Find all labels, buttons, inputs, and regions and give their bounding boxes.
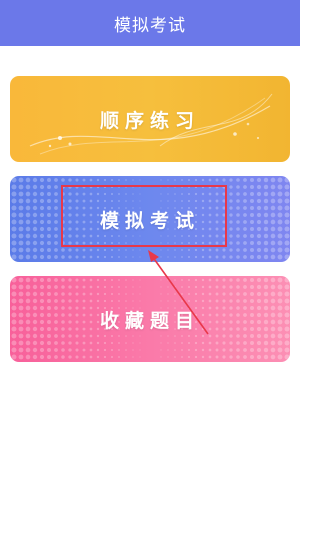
- sequential-practice-card[interactable]: 顺序练习: [10, 76, 290, 162]
- mock-exam-card[interactable]: 模拟考试: [10, 176, 290, 262]
- page-title: 模拟考试: [114, 15, 186, 36]
- mock-exam-label: 模拟考试: [99, 209, 200, 232]
- favorite-questions-card[interactable]: 收藏题目: [10, 276, 290, 362]
- favorite-questions-label: 收藏题目: [99, 309, 200, 332]
- sequential-practice-label: 顺序练习: [99, 109, 200, 132]
- title-bar: 模拟考试: [0, 0, 300, 46]
